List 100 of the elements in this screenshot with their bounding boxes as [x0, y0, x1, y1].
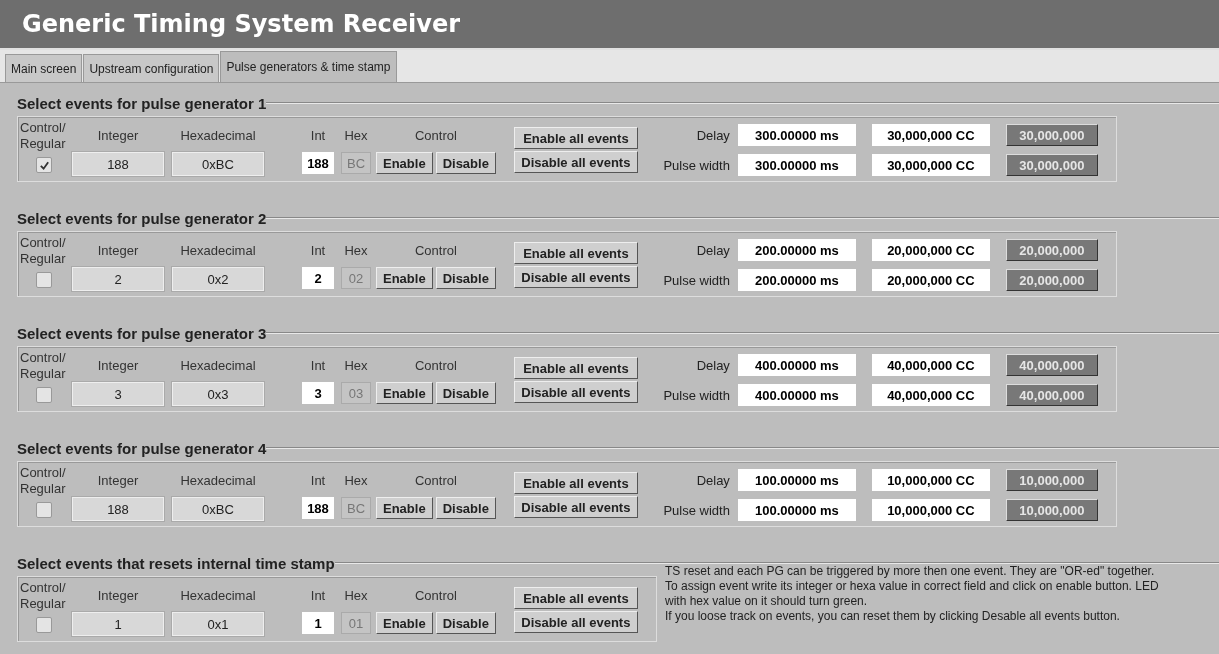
- enable-button[interactable]: Enable: [376, 382, 433, 404]
- checkbox[interactable]: [36, 272, 52, 288]
- column-label: Control/ Regular: [20, 579, 67, 612]
- column-label: Hex: [344, 127, 368, 145]
- disable-button[interactable]: Disable: [435, 267, 496, 289]
- cc-input-field[interactable]: 20,000,000 CC: [871, 269, 990, 291]
- window-title: Generic Timing System Receiver: [22, 10, 460, 38]
- disable-button[interactable]: Disable: [435, 612, 496, 634]
- section-title: Select events for pulse generator 1: [17, 94, 267, 112]
- hex-display: 0xBC: [172, 152, 264, 176]
- enable-all-button[interactable]: Enable all events: [513, 357, 638, 379]
- ms-input-field[interactable]: 400.00000 ms: [737, 354, 856, 376]
- column-label: Control/ Regular: [20, 119, 67, 152]
- column-label: Hexadecimal: [180, 127, 256, 145]
- timing-label: Pulse width: [662, 157, 730, 173]
- timing-label: Delay: [695, 127, 730, 143]
- counter-button[interactable]: 40,000,000: [1005, 384, 1098, 406]
- column-label: Hexadecimal: [180, 472, 256, 490]
- integer-display: 2: [72, 267, 164, 291]
- column-label: Int: [310, 127, 326, 145]
- column-label: Integer: [97, 472, 139, 490]
- counter-button[interactable]: 10,000,000: [1005, 499, 1098, 521]
- cc-input-field[interactable]: 20,000,000 CC: [871, 239, 990, 261]
- column-label: Hex: [344, 587, 368, 605]
- int-input-field[interactable]: 3: [302, 382, 334, 404]
- help-text: To assign event write its integer or hexa value in correct field and click on enable button. LED with hex value on it should turn green.: [665, 579, 1160, 609]
- section-title: Select events that resets internal time stamp: [17, 554, 335, 572]
- column-label: Int: [310, 242, 326, 260]
- integer-display: 1: [72, 612, 164, 636]
- ms-input-field[interactable]: 300.00000 ms: [737, 154, 856, 176]
- column-label: Control/ Regular: [20, 464, 67, 497]
- int-input-field[interactable]: 188: [302, 497, 334, 519]
- help-text: If you loose track on events, you can reset them by clicking Desable all events button.: [665, 609, 1121, 624]
- disable-all-button[interactable]: Disable all events: [513, 266, 638, 288]
- enable-all-button[interactable]: Enable all events: [513, 242, 638, 264]
- column-label: Integer: [97, 357, 139, 375]
- hex-display: 0x2: [172, 267, 264, 291]
- column-label: Hexadecimal: [180, 242, 256, 260]
- ms-input-field[interactable]: 100.00000 ms: [737, 499, 856, 521]
- column-label: Control/ Regular: [20, 234, 67, 267]
- counter-button[interactable]: 30,000,000: [1005, 154, 1098, 176]
- tab[interactable]: Pulse generators & time stamp: [220, 51, 397, 82]
- cc-input-field[interactable]: 30,000,000 CC: [871, 124, 990, 146]
- counter-button[interactable]: 10,000,000: [1005, 469, 1098, 491]
- int-input-field[interactable]: 2: [302, 267, 334, 289]
- ms-input-field[interactable]: 400.00000 ms: [737, 384, 856, 406]
- column-label: Integer: [97, 242, 139, 260]
- checkbox[interactable]: [36, 157, 52, 173]
- checkbox[interactable]: [36, 617, 52, 633]
- int-input-field[interactable]: 188: [302, 152, 334, 174]
- counter-button[interactable]: 20,000,000: [1005, 269, 1098, 291]
- column-label: Control: [414, 587, 457, 605]
- enable-all-button[interactable]: Enable all events: [513, 127, 638, 149]
- disable-all-button[interactable]: Disable all events: [513, 611, 638, 633]
- counter-button[interactable]: 30,000,000: [1005, 124, 1098, 146]
- disable-all-button[interactable]: Disable all events: [513, 151, 638, 173]
- ms-input-field[interactable]: 100.00000 ms: [737, 469, 856, 491]
- ms-input-field[interactable]: 300.00000 ms: [737, 124, 856, 146]
- ms-input-field[interactable]: 200.00000 ms: [737, 269, 856, 291]
- hex-display: 0xBC: [172, 497, 264, 521]
- column-label: Int: [310, 587, 326, 605]
- section-title: Select events for pulse generator 2: [17, 209, 267, 227]
- column-label: Control: [414, 242, 457, 260]
- column-label: Integer: [97, 587, 139, 605]
- section-title: Select events for pulse generator 4: [17, 439, 267, 457]
- cc-input-field[interactable]: 30,000,000 CC: [871, 154, 990, 176]
- ms-input-field[interactable]: 200.00000 ms: [737, 239, 856, 261]
- section-title: Select events for pulse generator 3: [17, 324, 267, 342]
- cc-input-field[interactable]: 40,000,000 CC: [871, 384, 990, 406]
- tab[interactable]: Upstream configuration: [83, 54, 220, 82]
- disable-all-button[interactable]: Disable all events: [513, 381, 638, 403]
- column-label: Hex: [344, 472, 368, 490]
- timing-label: Pulse width: [662, 387, 730, 403]
- int-input-field[interactable]: 1: [302, 612, 334, 634]
- enable-all-button[interactable]: Enable all events: [513, 587, 638, 609]
- check-icon: [38, 159, 50, 171]
- enable-button[interactable]: Enable: [376, 497, 433, 519]
- disable-button[interactable]: Disable: [435, 382, 496, 404]
- hex-display: 0x3: [172, 382, 264, 406]
- enable-button[interactable]: Enable: [376, 152, 433, 174]
- disable-button[interactable]: Disable: [435, 152, 496, 174]
- column-label: Integer: [97, 127, 139, 145]
- enable-button[interactable]: Enable: [376, 612, 433, 634]
- disable-all-button[interactable]: Disable all events: [513, 496, 638, 518]
- counter-button[interactable]: 20,000,000: [1005, 239, 1098, 261]
- timing-label: Delay: [695, 357, 730, 373]
- enable-all-button[interactable]: Enable all events: [513, 472, 638, 494]
- cc-input-field[interactable]: 40,000,000 CC: [871, 354, 990, 376]
- column-label: Control/ Regular: [20, 349, 67, 382]
- tab[interactable]: Main screen: [5, 54, 83, 82]
- enable-button[interactable]: Enable: [376, 267, 433, 289]
- timing-label: Delay: [695, 472, 730, 488]
- checkbox[interactable]: [36, 502, 52, 518]
- timing-label: Delay: [695, 242, 730, 258]
- checkbox[interactable]: [36, 387, 52, 403]
- disable-button[interactable]: Disable: [435, 497, 496, 519]
- cc-input-field[interactable]: 10,000,000 CC: [871, 469, 990, 491]
- cc-input-field[interactable]: 10,000,000 CC: [871, 499, 990, 521]
- column-label: Int: [310, 472, 326, 490]
- counter-button[interactable]: 40,000,000: [1005, 354, 1098, 376]
